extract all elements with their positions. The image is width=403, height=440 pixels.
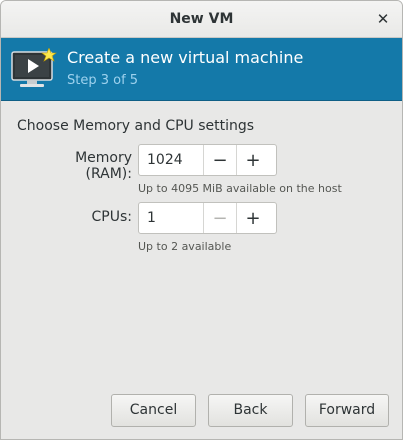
window-title: New VM <box>169 11 234 27</box>
close-icon: ✕ <box>376 10 390 28</box>
vm-monitor-icon <box>11 48 57 87</box>
banner-title: Create a new virtual machine <box>67 48 304 67</box>
memory-input[interactable] <box>139 145 203 175</box>
cpus-label: CPUs: <box>91 209 132 225</box>
forward-button[interactable]: Forward <box>305 394 389 427</box>
memory-spinbutton: − + <box>138 144 277 176</box>
close-button[interactable]: ✕ <box>374 10 392 28</box>
new-vm-dialog: New VM ✕ Create a new virtual machine St… <box>0 0 403 440</box>
section-heading: Choose Memory and CPU settings <box>17 118 255 134</box>
wizard-banner: Create a new virtual machine Step 3 of 5 <box>1 38 402 101</box>
cancel-button[interactable]: Cancel <box>111 394 196 427</box>
minus-icon: − <box>212 207 228 229</box>
cpus-increment-button[interactable]: + <box>236 203 269 233</box>
step-indicator: Step 3 of 5 <box>67 73 139 88</box>
titlebar: New VM ✕ <box>1 1 402 38</box>
cpus-hint: Up to 2 available <box>138 240 232 253</box>
plus-icon: + <box>245 149 261 171</box>
memory-label: Memory (RAM): <box>75 150 132 182</box>
cpus-input[interactable] <box>139 203 203 233</box>
back-button[interactable]: Back <box>208 394 293 427</box>
memory-decrement-button[interactable]: − <box>203 145 236 175</box>
memory-hint: Up to 4095 MiB available on the host <box>138 182 342 195</box>
plus-icon: + <box>245 207 261 229</box>
minus-icon: − <box>212 149 228 171</box>
cpus-decrement-button[interactable]: − <box>203 203 236 233</box>
cpus-spinbutton: − + <box>138 202 277 234</box>
memory-increment-button[interactable]: + <box>236 145 269 175</box>
